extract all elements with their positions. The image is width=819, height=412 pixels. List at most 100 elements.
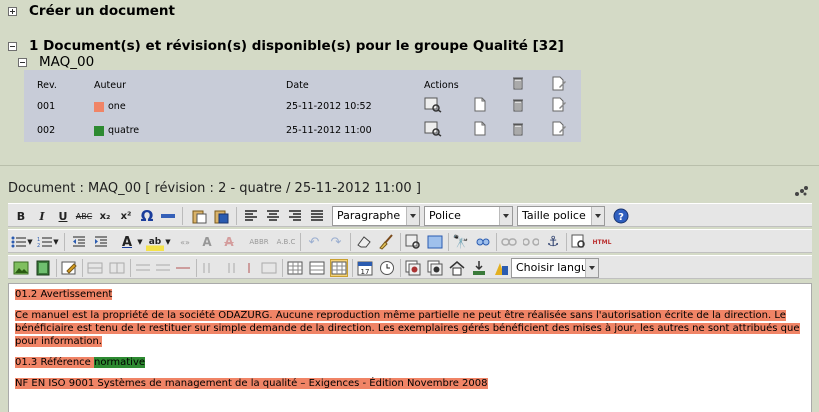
replace-icon[interactable] — [474, 233, 492, 251]
outdent-icon[interactable] — [70, 233, 88, 251]
col-before-icon[interactable] — [200, 259, 218, 277]
split-cells-icon[interactable] — [260, 259, 278, 277]
chevron-down-icon[interactable]: ▼ — [26, 233, 34, 251]
quote-icon[interactable]: «» — [176, 233, 194, 251]
create-document-section[interactable]: Créer un document — [8, 3, 175, 19]
strikethrough-icon[interactable]: ABC — [75, 207, 93, 225]
image-icon[interactable] — [12, 259, 30, 277]
edit-properties-icon[interactable] — [60, 259, 78, 277]
indent-icon[interactable] — [92, 233, 110, 251]
align-center-icon[interactable] — [264, 207, 282, 225]
shapes-icon[interactable] — [492, 259, 510, 277]
font-select[interactable]: Police — [424, 206, 513, 226]
chevron-down-icon[interactable] — [591, 207, 604, 225]
find-icon[interactable]: 🔭 — [452, 233, 470, 251]
author-color-swatch — [94, 102, 104, 112]
underline-icon[interactable]: U — [54, 207, 72, 225]
undo-icon[interactable]: ↶ — [305, 233, 323, 251]
view-icon[interactable] — [424, 121, 442, 137]
search-icon[interactable] — [570, 233, 588, 251]
resize-handle-icon[interactable] — [794, 185, 808, 197]
horizontal-rule-icon[interactable] — [159, 207, 177, 225]
link-icon[interactable] — [500, 233, 518, 251]
table-cell-props-icon[interactable] — [108, 259, 126, 277]
subscript-icon[interactable]: x₂ — [96, 207, 114, 225]
document-node[interactable]: MAQ_00 — [18, 54, 94, 70]
trash-icon[interactable] — [512, 98, 524, 112]
anchor-icon[interactable]: ⚓ — [544, 233, 562, 251]
clock-icon[interactable] — [378, 259, 396, 277]
edit-icon[interactable] — [551, 121, 567, 136]
row-before-icon[interactable] — [134, 259, 152, 277]
size-select[interactable]: Taille police — [517, 206, 605, 226]
document-icon[interactable] — [473, 97, 487, 112]
unlink-icon[interactable] — [522, 233, 540, 251]
date-cell: 25-11-2012 10:52 — [286, 101, 372, 112]
separator — [196, 259, 197, 277]
superscript-icon[interactable]: x² — [117, 207, 135, 225]
language-select[interactable]: Choisir langue — [511, 258, 599, 278]
table-row-props-icon[interactable] — [86, 259, 104, 277]
create-document-label[interactable]: Créer un document — [29, 3, 175, 19]
col-header-date: Date — [286, 80, 309, 91]
expand-icon[interactable] — [8, 6, 17, 16]
collapse-icon[interactable] — [8, 41, 17, 51]
chevron-down-icon[interactable] — [585, 259, 598, 277]
group-documents-section[interactable]: 1 Document(s) et révision(s) disponible(… — [8, 38, 564, 54]
eraser-icon[interactable] — [355, 233, 373, 251]
editor-toolbar-row-2: ▼ 12 ▼ A ▼ ab ▼ «» A A ABBR A.B.C ↶ ↷ 🔭 … — [8, 229, 812, 253]
chevron-down-icon[interactable] — [406, 207, 419, 225]
align-right-icon[interactable] — [286, 207, 304, 225]
col-after-icon[interactable] — [220, 259, 238, 277]
paste-word-icon[interactable] — [212, 207, 230, 225]
html-source-icon[interactable]: HTML — [592, 233, 612, 251]
insert-text-icon[interactable]: A — [198, 233, 216, 251]
download-icon[interactable] — [470, 259, 488, 277]
table-grid-icon[interactable] — [330, 259, 348, 277]
delete-all-icon[interactable] — [512, 76, 524, 90]
col-header-author: Auteur — [94, 80, 127, 91]
document-icon[interactable] — [473, 121, 487, 136]
delete-col-icon[interactable] — [240, 259, 258, 277]
calendar-icon[interactable]: 17 — [356, 259, 374, 277]
cleanup-icon[interactable] — [377, 233, 395, 251]
font-select-value: Police — [429, 209, 461, 222]
view-icon[interactable] — [424, 97, 442, 113]
chevron-down-icon[interactable] — [499, 207, 512, 225]
redo-icon[interactable]: ↷ — [327, 233, 345, 251]
home-icon[interactable] — [448, 259, 466, 277]
collapse-icon[interactable] — [18, 57, 27, 67]
special-char-icon[interactable]: Ω — [138, 207, 156, 225]
align-left-icon[interactable] — [242, 207, 260, 225]
chevron-down-icon[interactable]: ▼ — [136, 233, 144, 251]
editor-content-area[interactable]: 01.2 Avertissement Ce manuel est la prop… — [8, 283, 812, 412]
preview-icon[interactable] — [404, 233, 422, 251]
abbr-icon[interactable]: ABBR — [244, 233, 274, 251]
fullscreen-icon[interactable] — [426, 233, 444, 251]
justify-icon[interactable] — [308, 207, 326, 225]
heading-reference: 01.3 Référence — [15, 357, 94, 368]
template-icon[interactable] — [404, 259, 422, 277]
trash-icon[interactable] — [512, 122, 524, 136]
delete-text-icon[interactable]: A — [220, 233, 238, 251]
highlight-color-icon[interactable]: ab — [146, 233, 164, 251]
rev-cell: 002 — [37, 125, 56, 136]
media-icon[interactable] — [34, 259, 52, 277]
table-icon[interactable] — [286, 259, 304, 277]
template-alt-icon[interactable] — [426, 259, 444, 277]
table-merge-icon[interactable] — [308, 259, 326, 277]
date-cell: 25-11-2012 11:00 — [286, 125, 372, 136]
edit-document-icon[interactable] — [551, 76, 567, 91]
chevron-down-icon[interactable]: ▼ — [164, 233, 172, 251]
edit-icon[interactable] — [551, 97, 567, 112]
delete-row-icon[interactable] — [174, 259, 192, 277]
acronym-icon[interactable]: A.B.C — [276, 233, 296, 251]
row-after-icon[interactable] — [154, 259, 172, 277]
italic-icon[interactable]: I — [33, 207, 51, 225]
paste-text-icon[interactable] — [190, 207, 208, 225]
font-color-icon[interactable]: A — [118, 233, 136, 251]
chevron-down-icon[interactable]: ▼ — [52, 233, 60, 251]
help-icon[interactable]: ? — [612, 207, 630, 225]
format-select[interactable]: Paragraphe — [332, 206, 420, 226]
bold-icon[interactable]: B — [12, 207, 30, 225]
